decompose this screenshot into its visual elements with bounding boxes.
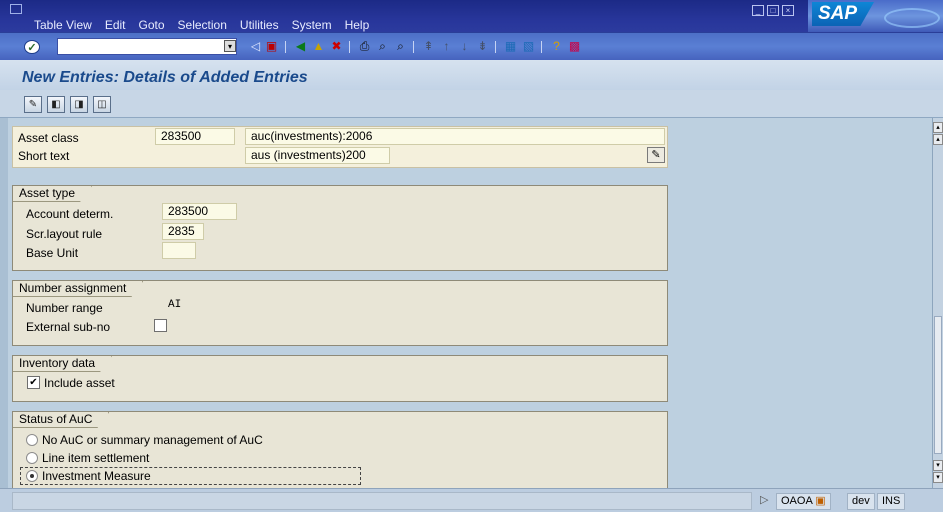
asset-class-description: auc(investments):2006 xyxy=(245,128,665,145)
radio-investment-measure-label: Investment Measure xyxy=(42,469,151,483)
number-range-label: Number range xyxy=(26,301,103,315)
window-controls: _ □ × xyxy=(752,5,794,16)
cancel-icon[interactable]: ✖ xyxy=(329,39,344,54)
account-determ-label: Account determ. xyxy=(26,207,114,221)
menu-goto[interactable]: Goto xyxy=(139,18,165,32)
asset-type-group: Asset type xyxy=(12,185,668,271)
new-session-icon[interactable]: ▦ xyxy=(503,39,518,54)
scroll-down-icon[interactable]: ▾ xyxy=(933,460,943,471)
number-assignment-group: Number assignment xyxy=(12,280,668,346)
inventory-data-title: Inventory data xyxy=(13,356,112,372)
edit-text-icon[interactable]: ✎ xyxy=(647,147,665,163)
radio-no-auc[interactable] xyxy=(26,434,38,446)
layout-icon[interactable]: ▩ xyxy=(567,39,582,54)
scroll-top-icon[interactable]: ▴ xyxy=(933,122,943,133)
asset-class-field[interactable]: 283500 xyxy=(155,128,235,145)
back-icon[interactable]: ◁ xyxy=(248,39,263,54)
menu-selection[interactable]: Selection xyxy=(178,18,227,32)
command-history-icon[interactable]: ▾ xyxy=(224,40,236,52)
system-menu-icon[interactable] xyxy=(10,4,22,14)
scr-layout-label: Scr.layout rule xyxy=(26,227,103,241)
vertical-scrollbar[interactable]: ▴ ▴ ▾ ▾ xyxy=(932,118,943,500)
main-menu: Table View Edit Goto Selection Utilities… xyxy=(34,18,382,32)
help-icon[interactable]: ? xyxy=(549,39,564,54)
menu-bar: Table View Edit Goto Selection Utilities… xyxy=(0,0,943,32)
scr-layout-field[interactable]: 2835 xyxy=(162,223,204,240)
other-entry-icon[interactable]: ◫ xyxy=(93,96,111,113)
first-page-icon[interactable]: ⇞ xyxy=(421,39,436,54)
toolbar-separator xyxy=(413,41,414,53)
status-auc-title: Status of AuC xyxy=(13,412,109,428)
prev-entry-icon[interactable]: ◧ xyxy=(47,96,65,113)
screen-title-bar: New Entries: Details of Added Entries xyxy=(0,60,943,90)
include-asset-label: Include asset xyxy=(44,376,115,390)
toolbar-separator xyxy=(541,41,542,53)
menu-utilities[interactable]: Utilities xyxy=(240,18,279,32)
asset-class-label: Asset class xyxy=(18,131,79,145)
status-bar: ▷ OAOA ▣ dev INS xyxy=(0,488,943,512)
scroll-bottom-icon[interactable]: ▾ xyxy=(933,472,943,483)
status-expand-icon[interactable]: ▷ xyxy=(756,493,772,510)
find-icon[interactable]: ⌕ xyxy=(375,39,390,54)
short-text-label: Short text xyxy=(18,149,70,163)
menu-system[interactable]: System xyxy=(292,18,332,32)
external-sub-label: External sub-no xyxy=(26,320,111,334)
base-unit-label: Base Unit xyxy=(26,246,79,260)
next-entry-icon[interactable]: ◨ xyxy=(70,96,88,113)
display-change-icon[interactable]: ✎ xyxy=(24,96,42,113)
menu-help[interactable]: Help xyxy=(345,18,370,32)
page-title: New Entries: Details of Added Entries xyxy=(22,69,308,86)
toolbar-separator xyxy=(495,41,496,53)
last-page-icon[interactable]: ⇟ xyxy=(475,39,490,54)
status-mode: INS xyxy=(877,493,906,510)
account-determ-field[interactable]: 283500 xyxy=(162,203,237,220)
base-unit-field[interactable] xyxy=(162,242,196,259)
menu-table-view[interactable]: Table View xyxy=(34,18,92,32)
find-next-icon[interactable]: ⌕ xyxy=(393,39,408,54)
enter-icon[interactable]: ✓ xyxy=(24,40,40,54)
toolbar-separator xyxy=(349,41,350,53)
standard-toolbar: ✓ ▾ ◁ ▣ ◀ ▲ ✖ ⎙ ⌕ ⌕ ⇞ ↑ ↓ ⇟ ▦ ▧ ? ▩ xyxy=(0,32,943,60)
toolbar-separator xyxy=(285,41,286,53)
include-asset-checkbox[interactable]: ✔ xyxy=(27,376,40,389)
transaction-code: OAOA xyxy=(781,495,813,507)
print-icon[interactable]: ⎙ xyxy=(357,39,372,54)
exit-icon[interactable]: ▲ xyxy=(311,39,326,54)
number-assignment-title: Number assignment xyxy=(13,281,143,297)
number-range-field[interactable]: AI xyxy=(162,297,190,314)
asset-type-title: Asset type xyxy=(13,186,92,202)
next-page-icon[interactable]: ↓ xyxy=(457,39,472,54)
status-transaction[interactable]: OAOA ▣ xyxy=(776,493,831,510)
application-toolbar: ✎ ◧ ◨ ◫ xyxy=(0,90,943,118)
scroll-up-icon[interactable]: ▴ xyxy=(933,134,943,145)
radio-investment-measure[interactable] xyxy=(26,470,38,482)
sap-swirl-decoration xyxy=(884,8,940,28)
maximize-icon[interactable]: □ xyxy=(767,5,779,16)
radio-no-auc-label: No AuC or summary management of AuC xyxy=(42,433,263,447)
command-field[interactable] xyxy=(57,38,237,55)
minimize-icon[interactable]: _ xyxy=(752,5,764,16)
scroll-thumb[interactable] xyxy=(934,316,942,454)
save-icon[interactable]: ▣ xyxy=(264,39,279,54)
menu-edit[interactable]: Edit xyxy=(105,18,126,32)
short-text-field[interactable]: aus (investments)200 xyxy=(245,147,390,164)
radio-line-item[interactable] xyxy=(26,452,38,464)
external-sub-checkbox[interactable] xyxy=(154,319,167,332)
shortcut-icon[interactable]: ▧ xyxy=(521,39,536,54)
status-message-area xyxy=(12,492,752,510)
back-green-icon[interactable]: ◀ xyxy=(293,39,308,54)
status-system: dev xyxy=(847,493,875,510)
session-icon: ▣ xyxy=(815,495,826,507)
sap-logo-area: SAP xyxy=(808,0,943,32)
sap-logo: SAP xyxy=(812,2,874,26)
prev-page-icon[interactable]: ↑ xyxy=(439,39,454,54)
radio-line-item-label: Line item settlement xyxy=(42,451,150,465)
close-icon[interactable]: × xyxy=(782,5,794,16)
